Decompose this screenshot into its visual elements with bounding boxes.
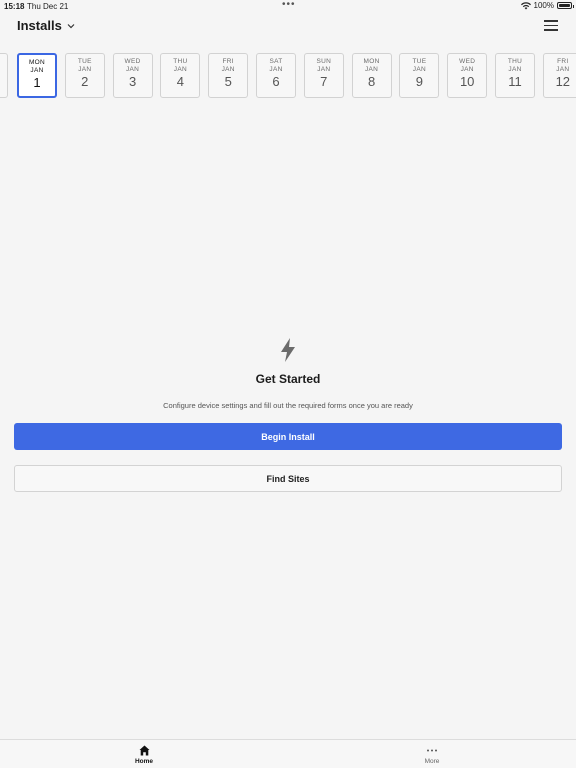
more-dots-icon — [427, 749, 437, 752]
date-card-weekday: WED — [124, 58, 141, 65]
date-card-day: 6 — [272, 74, 280, 89]
date-card-weekday: SAT — [269, 58, 283, 65]
battery-icon — [557, 2, 574, 9]
find-sites-button[interactable]: Find Sites — [14, 465, 562, 492]
tab-more[interactable]: More — [402, 745, 462, 765]
date-card[interactable]: TUE JAN 9 — [399, 53, 440, 98]
date-card[interactable]: THU JAN 4 — [160, 53, 201, 98]
tab-home-label: Home — [134, 758, 154, 765]
date-card-weekday: TUE — [412, 58, 427, 65]
date-card[interactable]: WED JAN 3 — [112, 53, 153, 98]
empty-state-description: Configure device settings and fill out t… — [163, 401, 413, 410]
date-card-month: JAN — [460, 66, 474, 73]
date-card[interactable]: THU JAN 11 — [495, 53, 535, 98]
date-card-month: JAN — [269, 66, 283, 73]
date-card-month: JAN — [221, 66, 235, 73]
status-indicators: 100% — [520, 1, 574, 10]
tab-bar: Home More — [0, 739, 576, 768]
date-card-month: JAN — [30, 67, 44, 74]
date-card[interactable]: SUN JAN 7 — [303, 53, 344, 98]
date-card-weekday: THU — [507, 58, 523, 65]
date-card-day: 1 — [33, 75, 41, 90]
date-card-day: 9 — [415, 74, 423, 89]
date-card-month: JAN — [126, 66, 140, 73]
date-card-day: 10 — [459, 74, 475, 89]
date-card-month: JAN — [317, 66, 331, 73]
date-card-day: 2 — [81, 74, 89, 89]
status-bar: 15:18 Thu Dec 21 ••• 100% — [0, 0, 576, 12]
wifi-icon — [520, 1, 531, 10]
date-card[interactable]: FRI JAN 5 — [208, 53, 249, 98]
date-card-day: 7 — [320, 74, 328, 89]
multitasking-dots-icon[interactable]: ••• — [282, 0, 296, 10]
date-card-month: JAN — [508, 66, 522, 73]
date-card[interactable]: FRI JAN 12 — [542, 53, 576, 98]
hamburger-menu-icon[interactable] — [544, 20, 558, 32]
date-card-month: JAN — [412, 66, 426, 73]
date-card-month: JAN — [173, 66, 187, 73]
date-card-weekday: FRI — [222, 58, 234, 65]
date-card-weekday: WED — [459, 58, 476, 65]
date-card-day: 4 — [176, 74, 184, 89]
status-time: 15:18 — [4, 2, 25, 11]
date-card-day: 8 — [367, 74, 376, 89]
date-card-weekday: THU — [173, 58, 188, 65]
date-card-weekday: MON — [363, 58, 380, 65]
date-card-partial[interactable] — [0, 53, 8, 98]
date-card[interactable]: SAT JAN 6 — [256, 53, 296, 98]
date-card[interactable]: WED JAN 10 — [447, 53, 488, 98]
date-card-day: 3 — [128, 74, 137, 89]
date-strip[interactable]: MON JAN 1 TUE JAN 2 WED JAN 3 THU JAN 4 FRI JAN 5 SAT JA… — [0, 53, 576, 99]
date-card-weekday: FRI — [557, 58, 569, 65]
date-card-month: JAN — [78, 66, 92, 73]
date-card[interactable]: MON JAN 1 — [17, 53, 57, 98]
chevron-down-icon — [67, 23, 75, 28]
status-date: Thu Dec 21 — [27, 2, 69, 11]
installs-dropdown[interactable]: Installs — [17, 18, 75, 33]
date-card-month: JAN — [365, 66, 379, 73]
empty-state: Get Started Configure device settings an… — [0, 338, 576, 410]
begin-install-button[interactable]: Begin Install — [14, 423, 562, 450]
empty-state-title: Get Started — [255, 372, 321, 386]
battery-percent: 100% — [533, 1, 554, 10]
date-card-weekday: TUE — [77, 58, 92, 65]
tab-home[interactable]: Home — [114, 745, 174, 765]
date-card-day: 11 — [508, 74, 522, 89]
date-card-weekday: SUN — [316, 58, 332, 65]
date-card[interactable]: TUE JAN 2 — [64, 53, 105, 98]
date-card-month: JAN — [556, 66, 570, 73]
tab-more-label: More — [424, 758, 440, 765]
date-card-day: 12 — [555, 74, 571, 89]
page-title: Installs — [17, 18, 62, 33]
date-card-weekday: MON — [28, 59, 46, 66]
date-card[interactable]: MON JAN 8 — [351, 53, 392, 98]
date-card-day: 5 — [224, 74, 232, 89]
lightning-bolt-icon — [281, 338, 295, 362]
home-icon — [139, 745, 149, 756]
